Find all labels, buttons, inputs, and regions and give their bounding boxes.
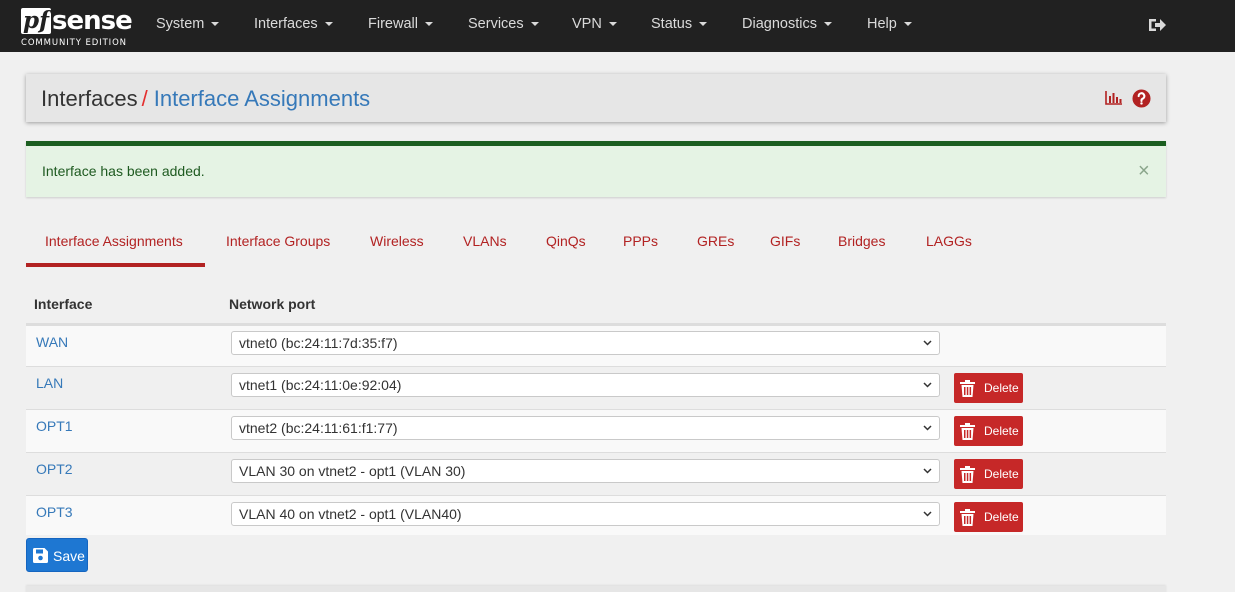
delete-label: Delete bbox=[984, 381, 1019, 395]
nav-diagnostics[interactable]: Diagnostics bbox=[742, 16, 832, 32]
nav-label: Diagnostics bbox=[742, 16, 817, 32]
breadcrumb-root[interactable]: Interfaces bbox=[41, 86, 138, 111]
nav-label: System bbox=[156, 16, 205, 32]
nav-firewall[interactable]: Firewall bbox=[368, 16, 433, 32]
caret-down-icon bbox=[903, 22, 912, 26]
chevron-down-icon bbox=[923, 425, 932, 431]
tab-interface-groups[interactable]: Interface Groups bbox=[226, 233, 330, 249]
chevron-down-icon bbox=[923, 468, 932, 474]
table-row: WAN vtnet0 (bc:24:11:7d:35:f7) bbox=[26, 325, 1166, 367]
chevron-down-icon bbox=[923, 511, 932, 517]
select-value: vtnet2 (bc:24:11:61:f1:77) bbox=[239, 420, 398, 436]
caret-down-icon bbox=[324, 22, 333, 26]
alert-message: Interface has been added. bbox=[42, 163, 205, 179]
table-row: OPT3 VLAN 40 on vtnet2 - opt1 (VLAN40) D… bbox=[26, 495, 1166, 535]
save-button[interactable]: Save bbox=[26, 538, 88, 572]
caret-down-icon bbox=[530, 22, 539, 26]
nav-status[interactable]: Status bbox=[651, 16, 708, 32]
select-value: vtnet1 (bc:24:11:0e:92:04) bbox=[239, 377, 402, 393]
select-value: vtnet0 (bc:24:11:7d:35:f7) bbox=[239, 335, 398, 351]
interface-link-lan[interactable]: LAN bbox=[36, 375, 63, 391]
logo-edition: COMMUNITY EDITION bbox=[21, 38, 127, 48]
delete-button-opt2[interactable]: Delete bbox=[954, 459, 1023, 489]
page-header: Interfaces / Interface Assignments bbox=[26, 74, 1166, 122]
success-alert: Interface has been added. × bbox=[26, 141, 1166, 197]
sign-out-icon[interactable] bbox=[1148, 17, 1166, 33]
trash-icon bbox=[960, 466, 975, 483]
tab-qinqs[interactable]: QinQs bbox=[546, 233, 586, 249]
interface-link-opt1[interactable]: OPT1 bbox=[36, 418, 73, 434]
network-port-select-opt1[interactable]: vtnet2 (bc:24:11:61:f1:77) bbox=[231, 416, 940, 440]
save-label: Save bbox=[53, 548, 85, 564]
caret-down-icon bbox=[424, 22, 433, 26]
breadcrumb: Interfaces / Interface Assignments bbox=[41, 86, 370, 112]
nav-label: Help bbox=[867, 16, 897, 32]
interface-link-opt2[interactable]: OPT2 bbox=[36, 461, 73, 477]
trash-icon bbox=[960, 380, 975, 397]
network-port-select-opt2[interactable]: VLAN 30 on vtnet2 - opt1 (VLAN 30) bbox=[231, 459, 940, 483]
table-row: LAN vtnet1 (bc:24:11:0e:92:04) Delete bbox=[26, 366, 1166, 410]
tab-vlans[interactable]: VLANs bbox=[463, 233, 507, 249]
table-row: OPT1 vtnet2 (bc:24:11:61:f1:77) Delete bbox=[26, 409, 1166, 453]
caret-down-icon bbox=[699, 22, 708, 26]
page-title[interactable]: Interface Assignments bbox=[154, 86, 370, 111]
nav-services[interactable]: Services bbox=[468, 16, 539, 32]
nav-help[interactable]: Help bbox=[867, 16, 912, 32]
select-value: VLAN 40 on vtnet2 - opt1 (VLAN40) bbox=[239, 506, 462, 522]
tab-ppps[interactable]: PPPs bbox=[623, 233, 658, 249]
nav-system[interactable]: System bbox=[156, 16, 220, 32]
nav-interfaces[interactable]: Interfaces bbox=[254, 16, 333, 32]
trash-icon bbox=[960, 423, 975, 440]
tab-laggs[interactable]: LAGGs bbox=[926, 233, 972, 249]
table-row: OPT2 VLAN 30 on vtnet2 - opt1 (VLAN 30) … bbox=[26, 452, 1166, 496]
nav-vpn[interactable]: VPN bbox=[572, 16, 617, 32]
interface-link-opt3[interactable]: OPT3 bbox=[36, 504, 73, 520]
floppy-disk-icon bbox=[33, 548, 48, 563]
delete-button-lan[interactable]: Delete bbox=[954, 373, 1023, 403]
logo-wordmark: pf sense bbox=[21, 6, 133, 36]
active-tab-indicator bbox=[26, 263, 205, 267]
breadcrumb-separator: / bbox=[141, 86, 148, 111]
bar-chart-icon[interactable] bbox=[1105, 90, 1123, 106]
network-port-select-opt3[interactable]: VLAN 40 on vtnet2 - opt1 (VLAN40) bbox=[231, 502, 940, 526]
network-port-select-wan[interactable]: vtnet0 (bc:24:11:7d:35:f7) bbox=[231, 331, 940, 355]
logo-pf: pf bbox=[21, 7, 51, 34]
column-header-network-port: Network port bbox=[229, 296, 316, 312]
tab-gifs[interactable]: GIFs bbox=[770, 233, 800, 249]
pfsense-logo[interactable]: pf sense COMMUNITY EDITION bbox=[21, 6, 133, 48]
chevron-down-icon bbox=[923, 382, 932, 388]
tab-wireless[interactable]: Wireless bbox=[370, 233, 424, 249]
nav-label: Services bbox=[468, 16, 524, 32]
tab-bridges[interactable]: Bridges bbox=[838, 233, 885, 249]
delete-label: Delete bbox=[984, 467, 1019, 481]
caret-down-icon bbox=[608, 22, 617, 26]
delete-label: Delete bbox=[984, 510, 1019, 524]
delete-button-opt1[interactable]: Delete bbox=[954, 416, 1023, 446]
nav-label: VPN bbox=[572, 16, 602, 32]
tab-gres[interactable]: GREs bbox=[697, 233, 734, 249]
nav-label: Interfaces bbox=[254, 16, 318, 32]
logo-sense: sense bbox=[51, 6, 133, 36]
next-panel-edge bbox=[26, 586, 1166, 592]
delete-label: Delete bbox=[984, 424, 1019, 438]
delete-button-opt3[interactable]: Delete bbox=[954, 502, 1023, 532]
chevron-down-icon bbox=[923, 340, 932, 346]
caret-down-icon bbox=[211, 22, 220, 26]
column-header-interface: Interface bbox=[34, 296, 93, 312]
network-port-select-lan[interactable]: vtnet1 (bc:24:11:0e:92:04) bbox=[231, 373, 940, 397]
top-navbar: pf sense COMMUNITY EDITION System Interf… bbox=[0, 0, 1235, 52]
close-icon[interactable]: × bbox=[1138, 161, 1150, 181]
tab-interface-assignments[interactable]: Interface Assignments bbox=[45, 233, 183, 249]
nav-label: Status bbox=[651, 16, 693, 32]
select-value: VLAN 30 on vtnet2 - opt1 (VLAN 30) bbox=[239, 463, 466, 479]
interface-link-wan[interactable]: WAN bbox=[36, 334, 68, 350]
caret-down-icon bbox=[823, 22, 832, 26]
trash-icon bbox=[960, 509, 975, 526]
nav-label: Firewall bbox=[368, 16, 418, 32]
question-circle-icon[interactable] bbox=[1132, 89, 1151, 108]
